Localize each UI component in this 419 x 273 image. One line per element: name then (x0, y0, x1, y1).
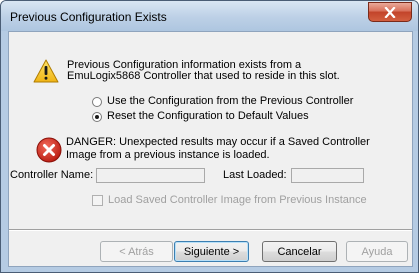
next-button[interactable]: Siguiente > (174, 241, 249, 262)
load-saved-checkbox[interactable] (92, 195, 103, 206)
danger-line-2: Image from a previous instance is loaded… (66, 149, 270, 161)
dialog-body: Previous Configuration information exist… (8, 31, 413, 267)
close-icon (384, 6, 396, 18)
title-bar[interactable]: Previous Configuration Exists (1, 1, 418, 31)
back-button-label: < Atrás (119, 245, 154, 258)
load-saved-label[interactable]: Load Saved Controller Image from Previou… (108, 194, 367, 206)
cancel-button-label: Cancelar (277, 245, 322, 258)
info-line-2: EmuLogix5868 Controller that used to res… (67, 70, 340, 82)
use-previous-label[interactable]: Use the Configuration from the Previous … (107, 95, 353, 107)
controller-name-field[interactable] (96, 168, 205, 183)
close-button[interactable] (368, 2, 412, 22)
error-icon (36, 137, 62, 163)
next-button-label: Siguiente > (183, 245, 240, 258)
use-previous-radio[interactable] (92, 97, 102, 107)
radio-selected-dot (95, 115, 99, 119)
last-loaded-field[interactable] (291, 168, 364, 183)
cancel-button[interactable]: Cancelar (262, 241, 337, 262)
warning-icon (33, 59, 59, 83)
reset-default-label[interactable]: Reset the Configuration to Default Value… (107, 110, 309, 122)
help-button[interactable]: Ayuda (346, 241, 408, 262)
reset-default-radio[interactable] (92, 112, 102, 122)
help-button-label: Ayuda (361, 245, 393, 258)
last-loaded-label: Last Loaded: (223, 169, 287, 181)
back-button[interactable]: < Atrás (100, 241, 173, 262)
danger-line-1: DANGER: Unexpected results may occur if … (66, 136, 370, 148)
dialog-window: Previous Configuration Exists Previous C… (0, 0, 419, 273)
button-separator (9, 229, 412, 231)
controller-name-label: Controller Name: (10, 169, 94, 181)
dialog-title: Previous Configuration Exists (10, 10, 167, 24)
